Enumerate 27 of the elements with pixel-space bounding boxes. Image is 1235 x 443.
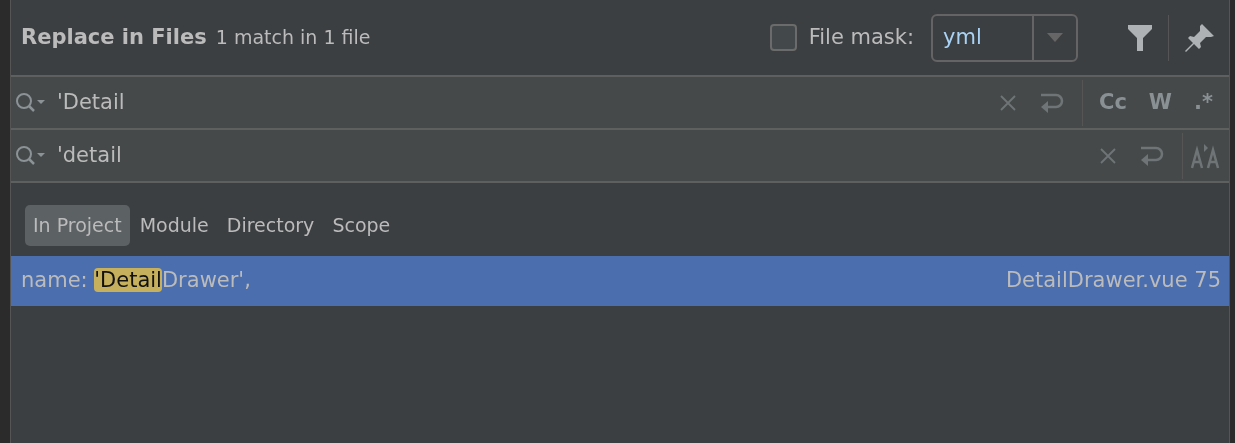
file-mask-label: File mask: (808, 23, 914, 51)
scope-tab[interactable]: Module (131, 205, 217, 246)
file-mask-combo[interactable]: yml (931, 13, 1078, 62)
clear-icon[interactable] (1000, 94, 1016, 111)
search-field[interactable]: 'Detail Cc W .* (11, 77, 1229, 130)
pin-icon[interactable] (1185, 22, 1215, 53)
scope-tab[interactable]: In Project (25, 205, 130, 246)
result-location: DetailDrawer.vue 75 (1005, 266, 1221, 294)
result-text: name: 'DetailDrawer', (21, 266, 251, 294)
search-option-toggle[interactable]: W (1140, 86, 1181, 119)
search-input[interactable]: 'Detail (47, 85, 1000, 120)
preserve-case-icon[interactable] (1191, 142, 1221, 169)
replace-field[interactable]: 'detail (11, 130, 1229, 183)
scope-tab[interactable]: Scope (324, 205, 399, 246)
file-mask-checkbox[interactable] (769, 24, 797, 51)
dropdown-arrow-icon (1047, 33, 1063, 42)
result-row[interactable]: name: 'DetailDrawer', DetailDrawer.vue 75 (11, 255, 1229, 306)
clear-icon[interactable] (1100, 147, 1116, 164)
match-count: 1 match in 1 file (215, 25, 371, 51)
dialog-title: Replace in Files (21, 23, 207, 51)
search-option-toggle[interactable]: .* (1186, 86, 1221, 119)
search-history-icon[interactable] (15, 91, 47, 114)
search-history-icon[interactable] (15, 144, 47, 167)
scope-tab[interactable]: Directory (218, 205, 323, 246)
filter-icon[interactable] (1128, 24, 1152, 51)
replace-input[interactable]: 'detail (47, 138, 1100, 173)
search-option-toggle[interactable]: Cc (1091, 86, 1135, 119)
